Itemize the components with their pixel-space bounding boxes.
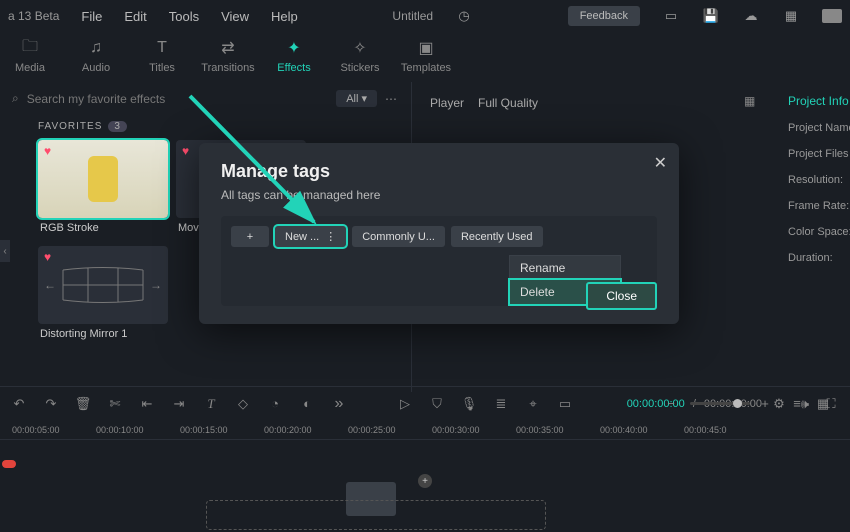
text-icon: T [152,38,172,58]
trim-left-icon[interactable]: ⇤ [138,395,156,413]
close-button[interactable]: Close [586,282,657,310]
snapshot-icon[interactable]: ▦ [744,94,762,112]
tab-titles[interactable]: TTitles [132,38,192,78]
cloud-icon[interactable]: ☁ [742,7,760,25]
marker-icon[interactable]: ⌖ [524,395,542,413]
tab-effects[interactable]: ✦Effects [264,38,324,78]
search-input[interactable]: ⌕ Search my favorite effects [12,91,328,106]
delete-icon[interactable]: 🗑 [74,395,92,413]
effects-icon: ✦ [284,38,304,58]
zoom-slider[interactable] [690,402,750,405]
transition-icon: ⇄ [218,38,238,58]
chip-menu-icon[interactable]: ⋮ [325,230,336,243]
menu-edit[interactable]: Edit [124,9,146,24]
text-tool-icon[interactable]: T [202,395,220,413]
menu-help[interactable]: Help [271,9,298,24]
zoom-out-icon[interactable]: − [662,395,680,413]
modal-title: Manage tags [221,161,657,182]
undo-icon[interactable]: ↶ [10,395,28,413]
tag-chip-new[interactable]: New ... ⋮ [275,226,346,247]
arrow-right-icon: → [150,278,162,292]
add-track-button[interactable]: + [418,474,432,488]
more-icon[interactable]: ⋯ [385,92,399,106]
project-info-panel: Project Info Project Name Project Files … [780,82,850,392]
shield-icon[interactable]: ⛉ [428,395,446,413]
history-icon[interactable]: ◷ [455,7,473,25]
mic-icon[interactable]: 🎙 [460,395,478,413]
sticker-icon: ✧ [350,38,370,58]
modal-subtitle: All tags can be managed here [221,188,657,202]
filter-all[interactable]: All ▾ [336,90,377,107]
tab-audio[interactable]: ♫Audio [66,38,126,78]
heart-icon: ♥ [182,144,189,158]
info-colorspace: Color Space: [788,226,850,238]
search-icon: ⌕ [12,91,19,106]
arrow-left-icon: ← [44,278,56,292]
document-title: Untitled [392,9,433,23]
drop-zone[interactable] [206,500,546,530]
info-project-name: Project Name [788,122,850,134]
add-tag-button[interactable]: + [231,226,269,247]
template-icon: ▣ [416,38,436,58]
more-tools-icon[interactable]: » [330,395,348,413]
menu-bar: a 13 Beta File Edit Tools View Help Unti… [0,0,850,32]
context-rename[interactable]: Rename [510,256,620,280]
app-name: a 13 Beta [8,9,59,23]
trim-right-icon[interactable]: ⇥ [170,395,188,413]
crop-icon[interactable]: ◇ [234,395,252,413]
list-view-icon[interactable]: ≡ [788,395,806,413]
folder-icon: 🗀 [20,38,40,58]
export-button[interactable] [822,9,842,23]
thumb-rgb-stroke[interactable]: ♥ RGB Stroke [38,140,168,238]
tag-chip-recently-used[interactable]: Recently Used [451,226,543,247]
manage-tags-modal: ✕ Manage tags All tags can be managed he… [199,143,679,324]
monitor-icon[interactable]: ▭ [662,7,680,25]
player-label: Player [430,96,464,110]
search-placeholder: Search my favorite effects [27,92,166,106]
menu-view[interactable]: View [221,9,249,24]
info-project-files: Project Files L [788,148,850,160]
info-framerate: Frame Rate: [788,200,850,212]
grid-view-icon[interactable]: ▦ [814,395,832,413]
favorites-count: 3 [108,121,127,132]
media-tabs: 🗀Media ♫Audio TTitles ⇄Transitions ✦Effe… [0,32,850,82]
favorites-header: FAVORITES 3 [0,115,411,136]
tab-media[interactable]: 🗀Media [0,38,60,78]
playhead-icon[interactable] [2,460,16,468]
transport-bar: ↶ ↷ 🗑 ✄ ⇤ ⇥ T ◇ ◔ ◐ » ▷ ⛉ 🎙 ≣ ⌖ ▭ 00:00:… [0,386,850,420]
search-row: ⌕ Search my favorite effects All ▾ ⋯ [0,82,411,115]
tab-stickers[interactable]: ✧Stickers [330,38,390,78]
tab-templates[interactable]: ▣Templates [396,38,456,78]
info-duration: Duration: [788,252,850,264]
save-icon[interactable]: 💾 [702,7,720,25]
timeline: 00:00:05:00 00:00:10:00 00:00:15:00 00:0… [0,420,850,532]
mixer-icon[interactable]: ≣ [492,395,510,413]
tab-transitions[interactable]: ⇄Transitions [198,38,258,78]
info-resolution: Resolution: [788,174,850,186]
grid-icon[interactable]: ▦ [782,7,800,25]
heart-icon: ♥ [44,144,51,158]
project-info-header: Project Info [788,94,850,108]
mesh-icon [53,260,153,310]
menu-tools[interactable]: Tools [169,9,199,24]
menu-file[interactable]: File [81,9,102,24]
feedback-button[interactable]: Feedback [568,6,640,26]
zoom-in-icon[interactable]: + [756,395,774,413]
color-icon[interactable]: ◐ [298,395,316,413]
scroll-left-button[interactable]: ‹ [0,240,10,262]
cut-icon[interactable]: ✄ [106,395,124,413]
tag-chip-commonly-used[interactable]: Commonly U... [352,226,445,247]
close-icon[interactable]: ✕ [654,153,667,173]
thumb-distorting-mirror[interactable]: ♥ ← → Distorting Mirror 1 [38,246,168,344]
heart-icon: ♥ [44,250,51,264]
note-icon: ♫ [86,38,106,58]
time-ruler[interactable]: 00:00:05:00 00:00:10:00 00:00:15:00 00:0… [0,420,850,440]
speed-icon[interactable]: ◔ [266,395,284,413]
quality-select[interactable]: Full Quality [478,96,538,110]
track-area[interactable]: + [0,440,850,520]
caption-icon[interactable]: ▭ [556,395,574,413]
redo-icon[interactable]: ↷ [42,395,60,413]
play-icon[interactable]: ▷ [396,395,414,413]
